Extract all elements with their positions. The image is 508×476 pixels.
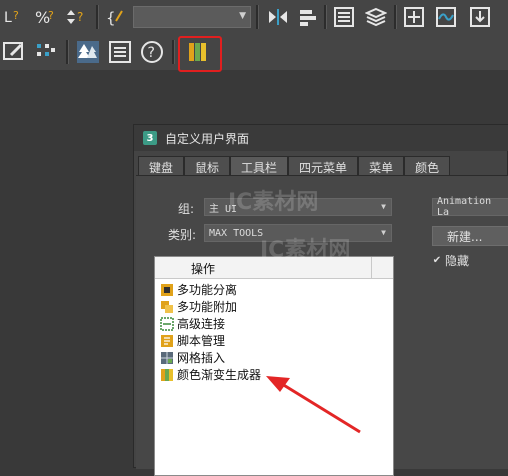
script-list-icon[interactable] bbox=[108, 40, 132, 64]
mirror-icon[interactable] bbox=[266, 5, 290, 29]
forest-pack-icon[interactable] bbox=[76, 40, 100, 64]
color-gradient-generator-icon bbox=[161, 368, 173, 381]
svg-text:?: ? bbox=[148, 45, 155, 61]
app-logo-icon: 3 bbox=[143, 131, 157, 145]
multi-detach-icon bbox=[161, 283, 173, 296]
render-setup-icon[interactable] bbox=[3, 40, 27, 64]
link-icon[interactable]: L? bbox=[2, 5, 26, 29]
help-icon[interactable]: ? bbox=[140, 40, 164, 64]
list-item-label: 高级连接 bbox=[177, 317, 226, 331]
percent-snap-icon[interactable]: %? bbox=[34, 5, 58, 29]
list-item[interactable]: 多功能附加 bbox=[160, 298, 237, 315]
chevron-down-icon: ▼ bbox=[239, 11, 246, 21]
hide-checkbox[interactable]: ✔ 隐藏 bbox=[432, 252, 469, 269]
schematic-view-icon[interactable] bbox=[434, 5, 458, 29]
group-label: 组: bbox=[178, 202, 195, 216]
list-item-label: 颜色渐变生成器 bbox=[177, 368, 262, 382]
list-item[interactable]: 颜色渐变生成器 bbox=[160, 366, 261, 383]
toolbar-separator bbox=[256, 5, 259, 29]
dialog-title: 自定义用户界面 bbox=[165, 131, 250, 146]
list-item-label: 脚本管理 bbox=[177, 334, 226, 348]
toolbar-select[interactable]: Animation La bbox=[432, 196, 508, 218]
advanced-connect-icon bbox=[160, 316, 174, 331]
svg-text:?: ? bbox=[13, 9, 19, 22]
hide-checkbox-label: 隐藏 bbox=[445, 254, 470, 268]
script-manager-icon bbox=[161, 334, 173, 347]
new-toolbar-button[interactable]: 新建... bbox=[432, 226, 508, 246]
category-label: 类别: bbox=[168, 228, 197, 242]
align-icon[interactable] bbox=[296, 5, 320, 29]
checkmark-icon: ✔ bbox=[432, 255, 442, 266]
toolbar-separator bbox=[96, 5, 99, 29]
material-editor-icon[interactable] bbox=[468, 5, 492, 29]
toolbar-select-value: Animation La bbox=[437, 196, 492, 218]
svg-text:?: ? bbox=[48, 9, 54, 22]
grid-insert-icon bbox=[161, 351, 173, 364]
svg-text:L: L bbox=[4, 10, 12, 26]
watermark: IC素材网 bbox=[228, 190, 319, 215]
color-gradient-icon[interactable] bbox=[186, 40, 210, 64]
multi-attach-icon bbox=[161, 300, 173, 313]
named-selection-combo[interactable]: ▼ bbox=[133, 6, 251, 28]
toolbar-separator bbox=[172, 40, 175, 64]
column-divider bbox=[371, 257, 372, 279]
svg-text:{: { bbox=[106, 9, 116, 27]
toolbar-separator bbox=[324, 5, 327, 29]
main-toolbar: L? %? ? { ▼ ? bbox=[0, 0, 508, 72]
annotation-arrow-icon bbox=[266, 376, 361, 434]
toolbar-separator bbox=[394, 5, 397, 29]
list-item[interactable]: 高级连接 bbox=[160, 315, 225, 332]
dialog-titlebar[interactable]: 3 自定义用户界面 bbox=[134, 125, 508, 151]
list-item[interactable]: 网格插入 bbox=[160, 349, 225, 366]
toolbar-separator bbox=[66, 40, 69, 64]
actions-header-label: 操作 bbox=[191, 262, 216, 276]
chevron-down-icon: ▼ bbox=[381, 202, 386, 211]
layers-icon[interactable] bbox=[364, 5, 388, 29]
list-item-label: 多功能分离 bbox=[177, 283, 238, 297]
spinner-snap-icon[interactable]: ? bbox=[66, 5, 90, 29]
category-select-value: MAX TOOLS bbox=[209, 227, 264, 239]
list-item-label: 多功能附加 bbox=[177, 300, 238, 314]
svg-text:?: ? bbox=[77, 10, 83, 24]
list-item[interactable]: 脚本管理 bbox=[160, 332, 225, 349]
layer-explorer-icon[interactable] bbox=[332, 5, 356, 29]
watermark: IC素材网 bbox=[260, 238, 351, 263]
list-item[interactable]: 多功能分离 bbox=[160, 281, 237, 298]
dialog-tabs: 键盘 鼠标 工具栏 四元菜单 菜单 颜色 bbox=[138, 156, 451, 178]
curve-editor-icon[interactable] bbox=[402, 5, 426, 29]
chevron-down-icon: ▼ bbox=[381, 228, 386, 237]
list-item-label: 网格插入 bbox=[177, 351, 226, 365]
named-selection-icon[interactable]: { bbox=[104, 5, 128, 29]
grid-icon[interactable] bbox=[34, 40, 58, 64]
actions-list[interactable]: 操作 多功能分离 多功能附加 高级连接 脚本管理 网格插入 颜色渐变生成器 bbox=[154, 256, 394, 476]
